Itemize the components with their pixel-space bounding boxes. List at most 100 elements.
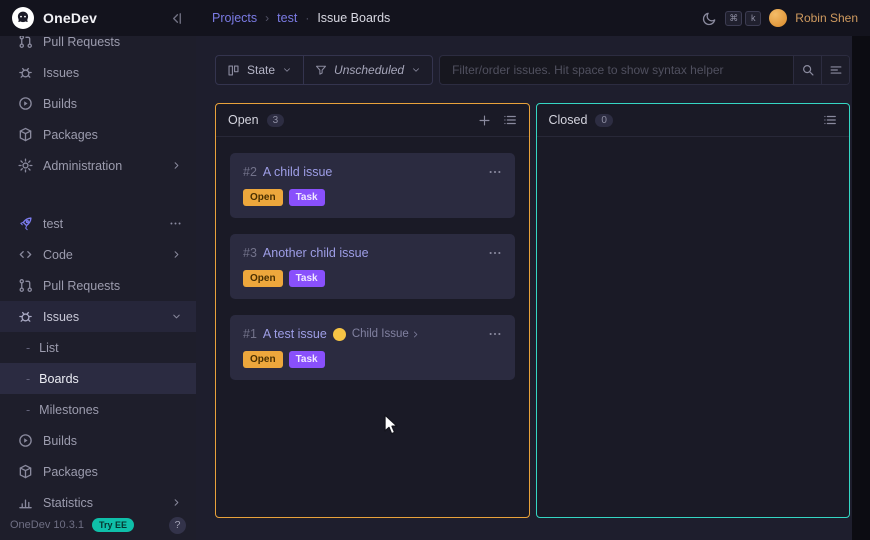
search-button[interactable] <box>793 56 821 84</box>
chevron-right-icon <box>171 249 182 260</box>
column-menu-icon[interactable] <box>823 113 837 127</box>
label-task: Task <box>289 270 325 287</box>
topbar-actions: ⌘ k Robin Shen <box>702 9 870 27</box>
sidebar-item-pull-requests[interactable]: Pull Requests <box>0 36 196 57</box>
sidebar-item-label: Boards <box>39 372 182 386</box>
sidebar-item-label: Statistics <box>43 496 161 510</box>
board-column-closed: Closed 0 <box>536 103 851 518</box>
column-title: Open <box>228 113 259 127</box>
issue-filter-group <box>439 55 850 85</box>
issue-title-link[interactable]: Another child issue <box>263 246 369 260</box>
chevron-down-icon <box>171 311 182 322</box>
saved-queries-icon[interactable] <box>821 56 849 84</box>
sidebar-item-label: Pull Requests <box>43 36 182 49</box>
state-dropdown-label: State <box>247 63 275 77</box>
state-columns-icon <box>227 64 240 77</box>
sidebar-item-code[interactable]: Code <box>0 239 196 270</box>
breadcrumb-projects-link[interactable]: Projects <box>212 11 257 25</box>
sidebar-item-project-packages[interactable]: Packages <box>0 456 196 487</box>
issue-number: #2 <box>243 165 257 179</box>
command-palette-shortcut[interactable]: ⌘ k <box>725 11 761 26</box>
column-body <box>537 137 850 517</box>
chevron-right-icon <box>411 330 420 339</box>
child-issue-link[interactable]: Child Issue <box>352 328 420 340</box>
dark-mode-moon-icon[interactable] <box>702 11 717 26</box>
issue-card[interactable]: #3 Another child issue Open Task <box>230 234 515 299</box>
sidebar-item-label: Packages <box>43 465 182 479</box>
sidebar-item-administration[interactable]: Administration <box>0 150 196 181</box>
chevron-right-icon <box>171 160 182 171</box>
state-dropdown-button[interactable]: State <box>216 56 303 84</box>
sidebar: Pull Requests Issues Builds <box>0 36 196 540</box>
sidebar-subitem-list[interactable]: - List <box>0 332 196 363</box>
grimacing-emoji: 😬 <box>333 328 346 341</box>
add-issue-button[interactable] <box>478 114 491 127</box>
play-circle-icon <box>18 433 33 448</box>
sidebar-item-project-issues[interactable]: Issues <box>0 301 196 332</box>
dash-bullet: - <box>26 341 30 355</box>
code-icon <box>18 247 33 262</box>
dash-bullet: - <box>26 403 30 417</box>
board-toolbar: State Unscheduled <box>215 55 850 85</box>
sidebar-item-label: Code <box>43 248 161 262</box>
topbar: OneDev Projects › test · Issue Boards ⌘ … <box>0 0 870 36</box>
column-body: #2 A child issue Open Task <box>216 137 529 517</box>
sidebar-item-packages[interactable]: Packages <box>0 119 196 150</box>
sidebar-scroll-area[interactable]: Pull Requests Issues Builds <box>0 36 196 510</box>
sidebar-item-project-pull-requests[interactable]: Pull Requests <box>0 270 196 301</box>
main-content: State Unscheduled <box>196 36 852 540</box>
breadcrumb-separator: › <box>265 11 269 25</box>
sidebar-item-label: Milestones <box>39 403 182 417</box>
sidebar-item-label: Builds <box>43 97 182 111</box>
try-ee-badge[interactable]: Try EE <box>92 518 134 532</box>
issue-number: #1 <box>243 327 257 341</box>
breadcrumb-current-page: Issue Boards <box>317 11 390 25</box>
k-keycap: k <box>745 11 761 26</box>
collapse-sidebar-icon[interactable] <box>169 11 184 26</box>
sidebar-item-statistics[interactable]: Statistics <box>0 487 196 510</box>
milestone-dropdown-label: Unscheduled <box>334 63 404 77</box>
breadcrumb: Projects › test · Issue Boards <box>212 11 390 25</box>
git-pull-request-icon <box>18 278 33 293</box>
sidebar-subitem-milestones[interactable]: - Milestones <box>0 394 196 425</box>
brand-name: OneDev <box>43 10 97 26</box>
issue-filter-input[interactable] <box>440 56 793 84</box>
sidebar-item-issues[interactable]: Issues <box>0 57 196 88</box>
sidebar-item-label: Pull Requests <box>43 279 182 293</box>
card-more-menu-icon[interactable] <box>488 246 502 260</box>
issue-board: Open 3 #2 <box>215 103 850 518</box>
board-filter-buttons: State Unscheduled <box>215 55 433 85</box>
sidebar-item-label: Issues <box>43 66 182 80</box>
breadcrumb-project-link[interactable]: test <box>277 11 297 25</box>
issue-number: #3 <box>243 246 257 260</box>
milestone-dropdown-button[interactable]: Unscheduled <box>303 56 432 84</box>
child-issue-link-label: Child Issue <box>352 328 409 340</box>
user-name[interactable]: Robin Shen <box>795 11 858 25</box>
card-more-menu-icon[interactable] <box>488 165 502 179</box>
label-task: Task <box>289 189 325 206</box>
column-menu-icon[interactable] <box>503 113 517 127</box>
column-count-badge: 0 <box>595 114 613 127</box>
sidebar-subitem-boards[interactable]: - Boards <box>0 363 196 394</box>
issue-card[interactable]: #2 A child issue Open Task <box>230 153 515 218</box>
issue-title-link[interactable]: A child issue <box>263 165 332 179</box>
sidebar-item-label: Administration <box>43 159 161 173</box>
issue-title-link[interactable]: A test issue <box>263 327 327 341</box>
funnel-icon <box>315 64 327 76</box>
help-button[interactable]: ? <box>169 517 186 534</box>
more-menu-icon[interactable] <box>169 217 182 230</box>
card-more-menu-icon[interactable] <box>488 327 502 341</box>
sidebar-project-test[interactable]: test <box>0 208 196 239</box>
rocket-icon <box>18 216 33 231</box>
issue-card[interactable]: #1 A test issue 😬 Child Issue <box>230 315 515 380</box>
user-avatar[interactable] <box>769 9 787 27</box>
sidebar-item-label: Builds <box>43 434 182 448</box>
sidebar-item-project-builds[interactable]: Builds <box>0 425 196 456</box>
sidebar-item-builds[interactable]: Builds <box>0 88 196 119</box>
chevron-right-icon <box>171 497 182 508</box>
onedev-logo-icon[interactable] <box>12 7 34 29</box>
column-count-badge: 3 <box>267 114 285 127</box>
bar-chart-icon <box>18 495 33 510</box>
bug-icon <box>18 309 33 324</box>
chevron-down-icon <box>282 65 292 75</box>
